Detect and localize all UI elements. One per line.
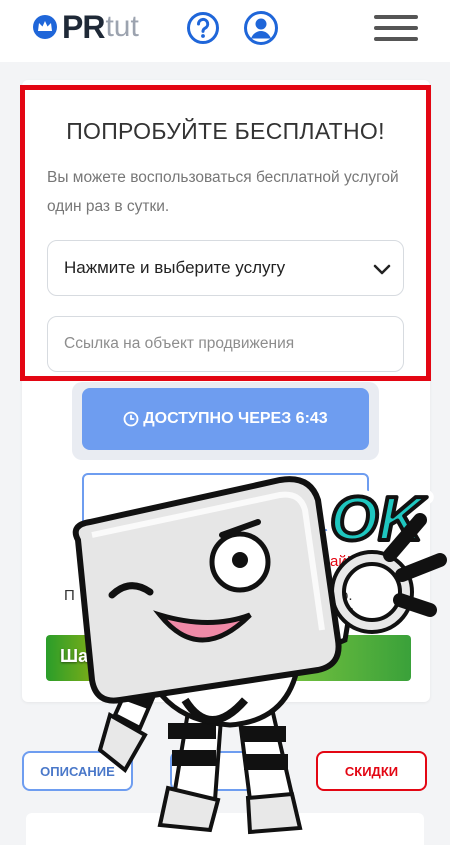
promotion-link-placeholder: Ссылка на объект продвижения	[64, 335, 295, 352]
help-icon[interactable]	[186, 11, 220, 45]
hamburger-menu-icon[interactable]	[374, 15, 418, 45]
form-title: ПОПРОБУЙТЕ БЕСПЛАТНО!	[66, 118, 385, 144]
clock-icon	[123, 411, 139, 427]
chevron-down-icon	[373, 264, 391, 275]
discounts-tab-label: СКИДКИ	[344, 763, 399, 779]
logo-pr-text: PR	[62, 8, 105, 45]
promo-banner-text: Ша	[60, 646, 89, 666]
promo-small-text-end: о.	[340, 587, 353, 604]
middle-tab-button[interactable]	[170, 751, 281, 791]
secondary-action-button[interactable]: СП	[82, 473, 369, 531]
crown-icon	[33, 15, 57, 39]
prtut-logo[interactable]: PR tut	[32, 8, 139, 45]
description-tab-button[interactable]: ОПИСАНИЕ	[22, 751, 133, 791]
user-icon[interactable]	[243, 10, 279, 46]
promo-red-text: ай!	[330, 553, 351, 570]
logo-tut-text: tut	[105, 10, 139, 43]
promo-small-text: П	[64, 587, 75, 604]
service-select-value: Нажмите и выберите услугу	[64, 258, 286, 277]
app-header: PR tut	[0, 0, 450, 62]
service-select[interactable]: Нажмите и выберите услугу	[47, 240, 404, 296]
form-description: Вы можете воспользоваться бесплатной усл…	[47, 169, 399, 215]
description-tab-label: ОПИСАНИЕ	[40, 763, 115, 779]
bottom-card	[26, 813, 424, 845]
available-in-button[interactable]: ДОСТУПНО ЧЕРЕЗ 6:43	[82, 388, 369, 450]
secondary-action-label: СП	[214, 493, 237, 511]
promotion-link-input[interactable]: Ссылка на объект продвижения	[47, 316, 404, 372]
discounts-tab-button[interactable]: СКИДКИ	[316, 751, 427, 791]
free-trial-form: ПОПРОБУЙТЕ БЕСПЛАТНО! Вы можете воспольз…	[20, 85, 431, 381]
promo-banner[interactable]: Ша	[46, 635, 411, 681]
available-in-label: ДОСТУПНО ЧЕРЕЗ 6:43	[143, 410, 328, 427]
